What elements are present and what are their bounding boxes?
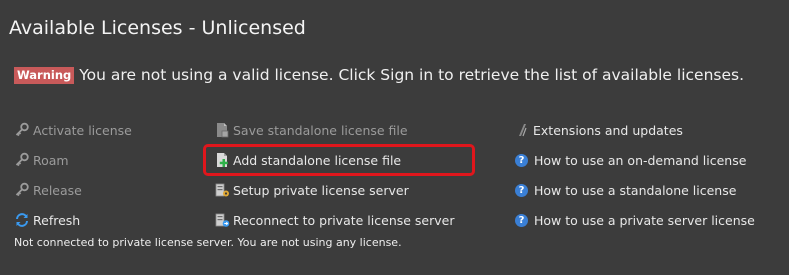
- help-links-column: Extensions and updates ? How to use an o…: [514, 115, 755, 235]
- save-standalone-license-label: Save standalone license file: [233, 122, 408, 138]
- extensions-and-updates-link[interactable]: Extensions and updates: [514, 115, 755, 145]
- reconnect-private-license-server-button[interactable]: Reconnect to private license server: [214, 205, 454, 235]
- server-connect-icon: [215, 213, 230, 227]
- status-text: Not connected to private license server.…: [14, 236, 402, 249]
- extensions-icon: [519, 124, 527, 137]
- license-file-column: Save standalone license file Add standal…: [202, 115, 476, 235]
- help-icon: ?: [515, 153, 528, 167]
- setup-private-license-server-label: Setup private license server: [233, 182, 409, 198]
- roam-label: Roam: [33, 152, 69, 168]
- refresh-label: Refresh: [33, 212, 81, 228]
- key-icon: [15, 152, 29, 167]
- add-file-icon: [217, 153, 228, 167]
- help-private-server-license-label: How to use a private server license: [534, 212, 755, 228]
- help-private-server-license-link[interactable]: ? How to use a private server license: [514, 205, 755, 235]
- save-file-icon: [217, 123, 229, 138]
- save-standalone-license-button[interactable]: Save standalone license file: [214, 115, 454, 145]
- extensions-and-updates-label: Extensions and updates: [533, 122, 683, 138]
- warning-badge: Warning: [14, 66, 75, 84]
- page-title: Available Licenses - Unlicensed: [9, 17, 306, 39]
- help-icon: ?: [515, 183, 528, 197]
- help-standalone-license-link[interactable]: ? How to use a standalone license: [514, 175, 755, 205]
- add-standalone-license-label: Add standalone license file: [233, 152, 402, 168]
- help-on-demand-license-label: How to use an on-demand license: [534, 152, 747, 168]
- reconnect-private-license-server-label: Reconnect to private license server: [233, 212, 455, 228]
- release-label: Release: [33, 182, 82, 198]
- key-icon: [15, 182, 29, 197]
- server-icon: [215, 183, 229, 197]
- setup-private-license-server-button[interactable]: Setup private license server: [214, 175, 454, 205]
- activate-license-label: Activate license: [33, 122, 132, 138]
- key-icon: [15, 122, 29, 137]
- refresh-icon: [16, 213, 28, 227]
- help-standalone-license-label: How to use a standalone license: [534, 182, 737, 198]
- activate-license-button[interactable]: Activate license: [14, 115, 132, 145]
- help-on-demand-license-link[interactable]: ? How to use an on-demand license: [514, 145, 755, 175]
- license-actions-column: Activate license Roam Release Refresh: [14, 115, 132, 235]
- release-button[interactable]: Release: [14, 175, 132, 205]
- add-standalone-license-button[interactable]: Add standalone license file: [202, 144, 476, 176]
- roam-button[interactable]: Roam: [14, 145, 132, 175]
- warning-message: You are not using a valid license. Click…: [79, 66, 745, 84]
- refresh-button[interactable]: Refresh: [14, 205, 132, 235]
- warning-banner: Warning You are not using a valid licens…: [14, 66, 744, 84]
- help-icon: ?: [515, 213, 528, 227]
